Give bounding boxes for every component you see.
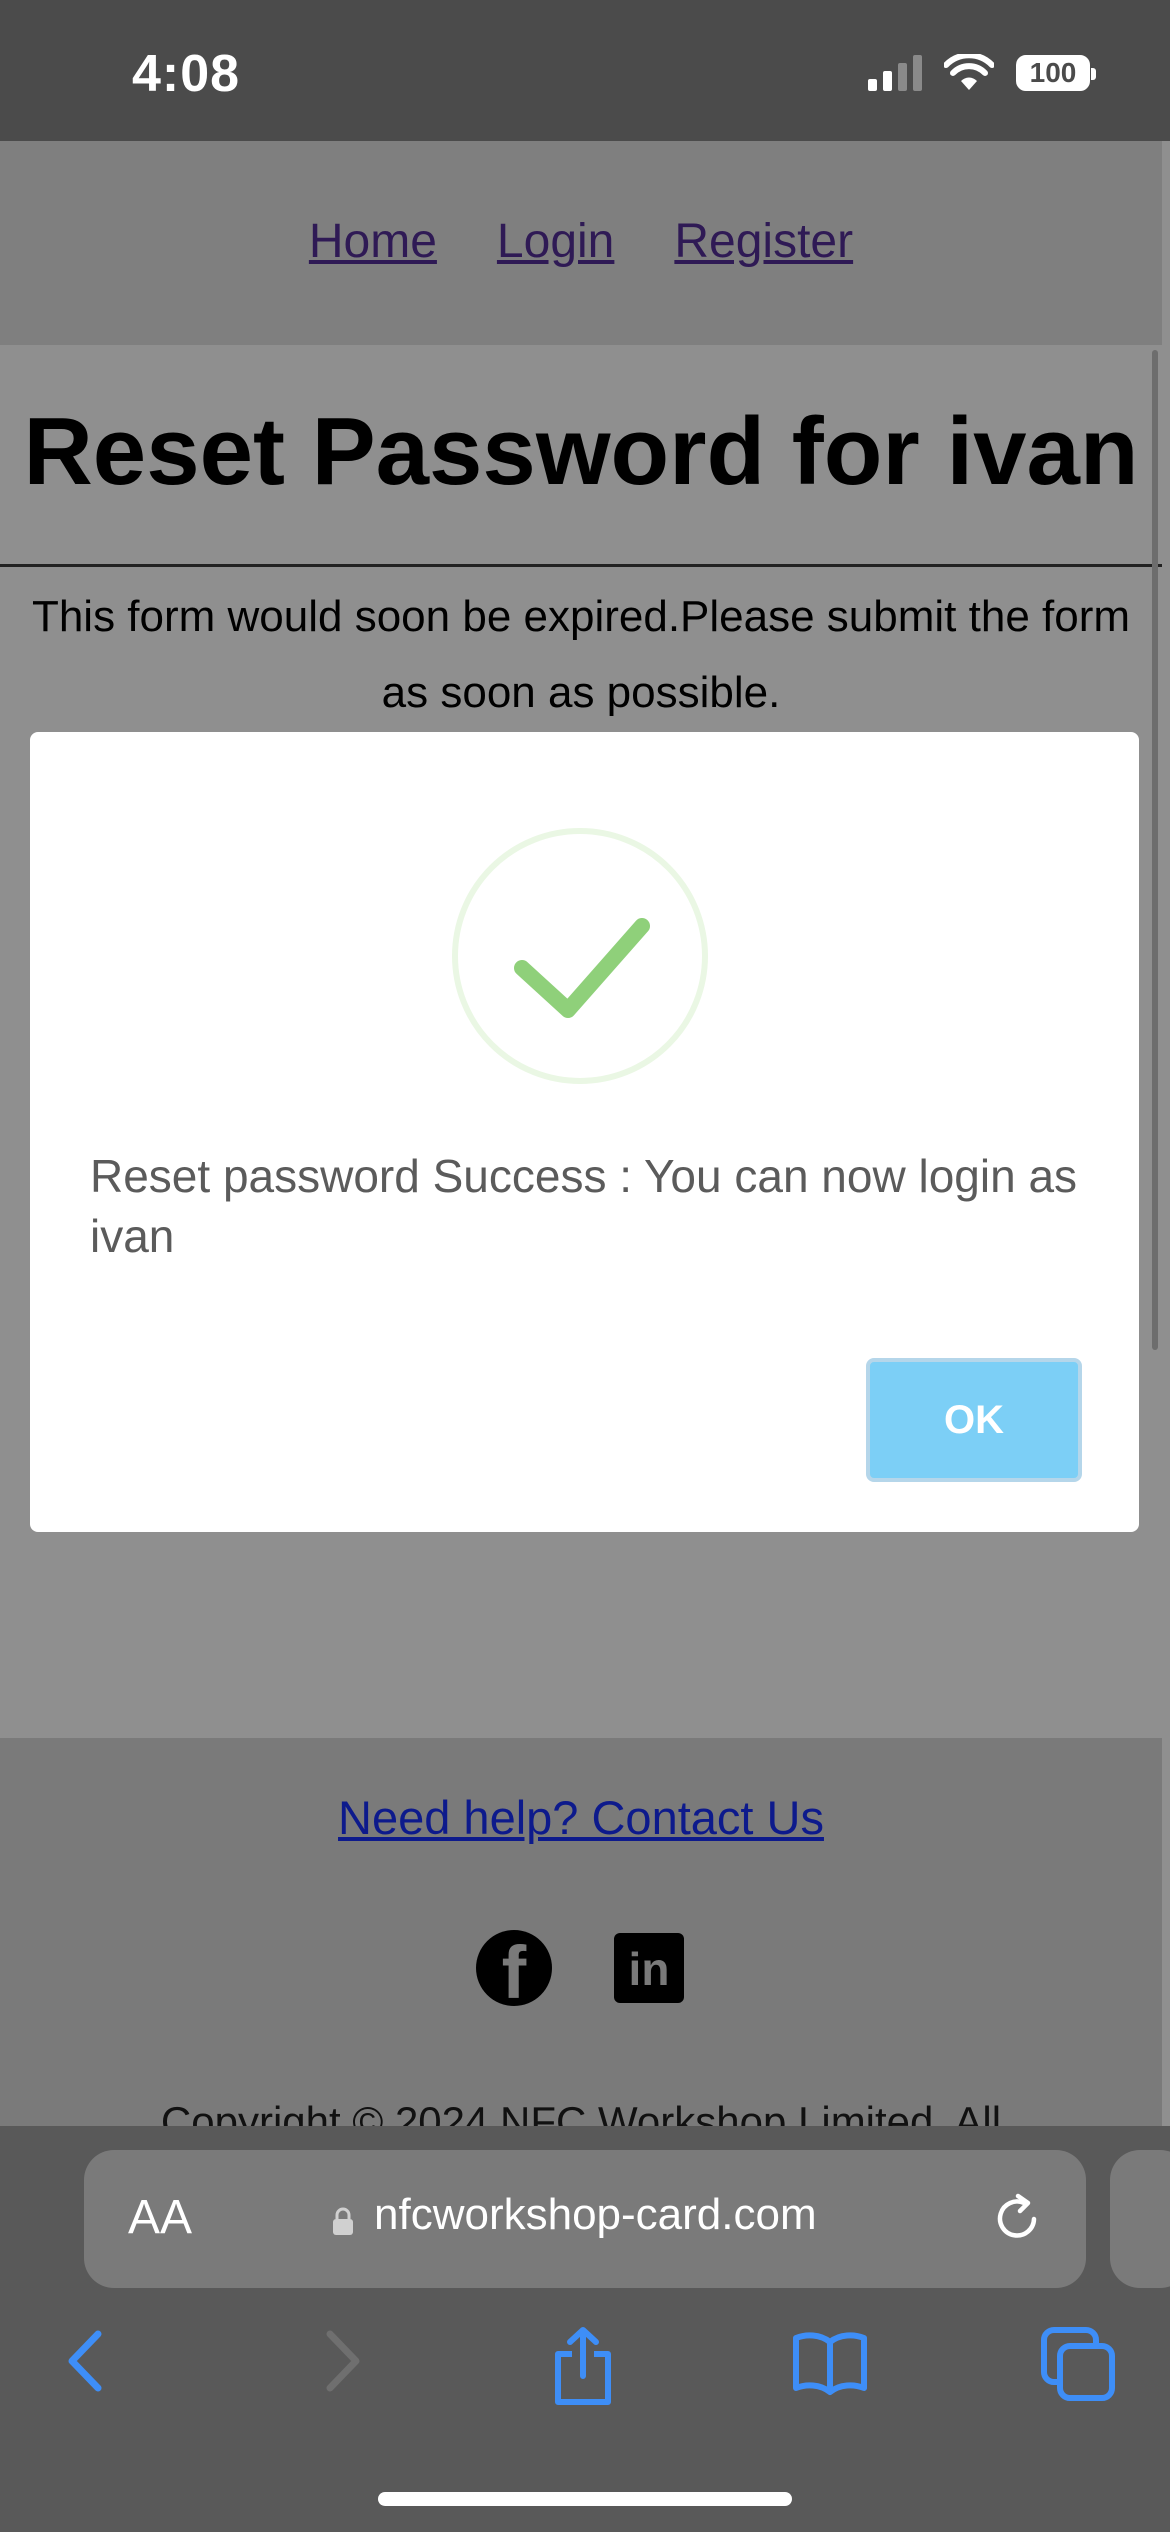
top-nav: Home Login Register [0, 141, 1162, 345]
social-links: f in [476, 1930, 684, 2006]
success-dialog: Reset password Success : You can now log… [30, 732, 1139, 1532]
web-page: Home Login Register Reset Password for i… [0, 141, 1162, 731]
dialog-message: Reset password Success : You can now log… [90, 1150, 1078, 1262]
status-bar: 4:08 100 [0, 0, 1170, 141]
text-size-button[interactable]: AA [128, 2190, 192, 2245]
page-scrollbar[interactable] [1152, 350, 1158, 1350]
nav-register-link[interactable]: Register [674, 214, 853, 269]
url-text: nfcworkshop-card.com [374, 2190, 817, 2239]
bookmarks-icon[interactable] [792, 2326, 868, 2396]
wifi-icon [944, 54, 994, 90]
lock-icon [333, 2207, 353, 2235]
contact-us-link[interactable]: Need help? Contact Us [0, 1790, 1162, 1845]
nav-login-link[interactable]: Login [497, 214, 614, 269]
page-title: Reset Password for ivan [0, 345, 1162, 567]
facebook-icon[interactable]: f [476, 1930, 552, 2006]
home-indicator[interactable] [378, 2492, 792, 2506]
ok-button[interactable]: OK [866, 1358, 1082, 1482]
tabs-icon[interactable] [1040, 2326, 1116, 2402]
linkedin-icon[interactable]: in [614, 1933, 684, 2003]
success-check-icon [452, 828, 708, 1084]
footer: Need help? Contact Us f in Copyright © 2… [0, 1738, 1162, 2145]
battery-icon: 100 [1016, 55, 1096, 91]
expiry-notice: This form would soon be expired.Please s… [31, 592, 1131, 717]
reload-icon[interactable] [990, 2192, 1044, 2246]
forward-icon[interactable] [316, 2326, 366, 2396]
next-tab-pill[interactable] [1110, 2150, 1170, 2288]
share-icon[interactable] [550, 2326, 616, 2406]
back-icon[interactable] [62, 2326, 112, 2396]
text-size-label: AA [128, 2191, 193, 2244]
cellular-signal-icon [868, 55, 922, 91]
status-icons: 100 [868, 54, 1096, 92]
address-bar[interactable]: AA nfcworkshop-card.com [84, 2150, 1086, 2288]
nav-home-link[interactable]: Home [309, 214, 437, 269]
status-time: 4:08 [132, 45, 241, 103]
browser-toolbar: AA nfcworkshop-card.com [0, 2126, 1170, 2532]
